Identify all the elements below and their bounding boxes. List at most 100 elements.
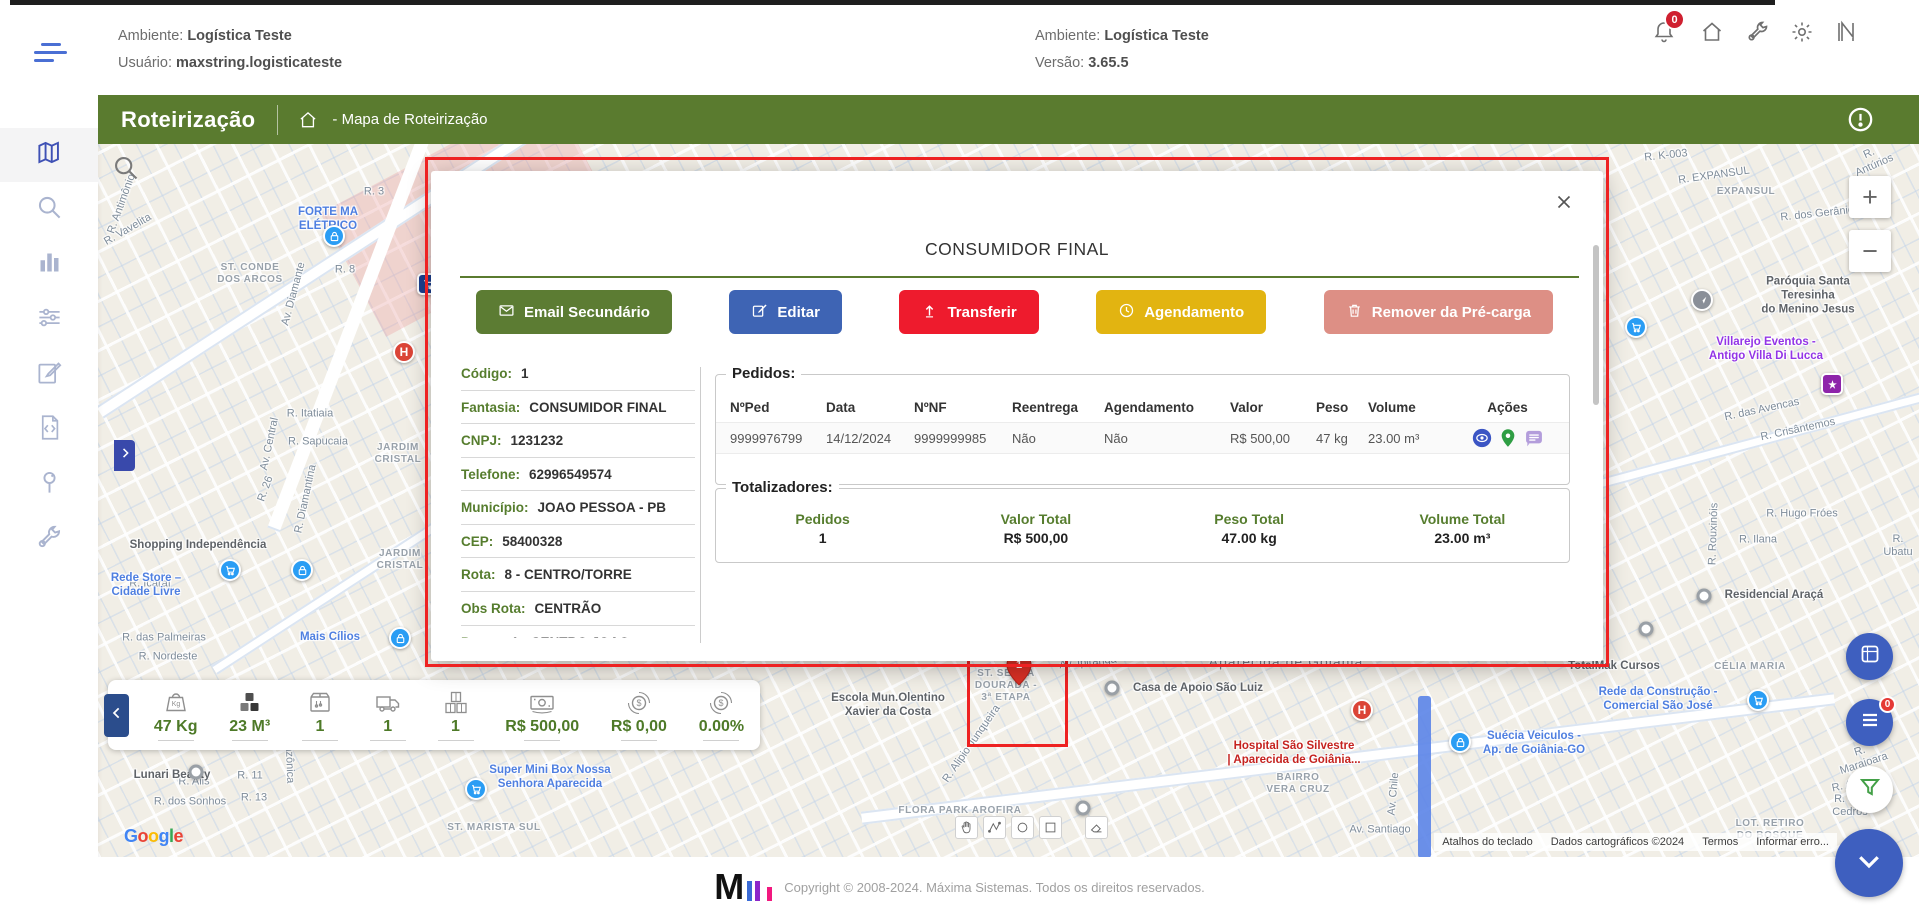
sidebar-item-search[interactable]	[0, 183, 98, 237]
expand-panel-chevron[interactable]	[114, 440, 135, 471]
svg-text:$: $	[636, 698, 641, 708]
map-marker-cart[interactable]	[1625, 316, 1647, 338]
breadcrumb[interactable]: - Mapa de Roteirização	[332, 111, 487, 128]
money-icon	[528, 689, 556, 717]
summary-value: 1	[451, 718, 460, 735]
map-label: Shopping Independência	[129, 539, 267, 552]
map-marker-cart[interactable]	[219, 559, 241, 581]
editar-button[interactable]: Editar	[729, 290, 842, 334]
pinpoint-icon	[36, 469, 63, 501]
detail-label: Município:	[461, 500, 529, 516]
order-note-icon[interactable]	[1524, 428, 1544, 448]
map-marker-dot[interactable]	[188, 764, 204, 780]
button-label: Remover da Pré-carga	[1371, 303, 1531, 321]
zoom-out-button[interactable]: −	[1849, 230, 1891, 272]
detail-row: CNPJ: 1231232	[461, 424, 695, 458]
detail-value: 1	[520, 366, 529, 381]
attribution-link[interactable]: Atalhos do teclado	[1442, 836, 1533, 848]
attribution-link[interactable]: Termos	[1702, 836, 1738, 848]
attribution-link[interactable]: Informar erro...	[1756, 836, 1829, 848]
column-header: Volume	[1368, 400, 1416, 415]
sidebar-item-pois[interactable]	[0, 458, 98, 512]
eraser-tool[interactable]	[1085, 816, 1108, 839]
total-label: Peso Total	[1214, 511, 1284, 527]
google-logo-letter: G	[124, 826, 138, 846]
menu-hamburger-icon[interactable]	[34, 43, 68, 65]
zoom-in-button[interactable]: +	[1849, 176, 1891, 218]
edit-icon	[36, 359, 63, 391]
legend-list-button[interactable]: 0	[1846, 696, 1896, 746]
sidebar-item-filters[interactable]	[0, 293, 98, 347]
load-summary-bar: Kg 47 Kg 23 M³ 1 1 1 R$ 500,00 $ R$ 0,00 $0.00%	[104, 680, 760, 750]
orders-legend: Pedidos:	[726, 365, 802, 382]
map-marker-cart[interactable]	[1747, 689, 1769, 711]
agendamento-button[interactable]: Agendamento	[1096, 290, 1267, 334]
circle-tool[interactable]	[1011, 816, 1034, 839]
map-label: Super Mini Box Nossa Senhora Aparecida	[489, 764, 611, 790]
map-icon	[36, 139, 63, 171]
map-label: Suécia Veiculos - Ap. de Goiânia-GO	[1482, 730, 1586, 756]
alert-exclamation-icon[interactable]	[1847, 106, 1874, 133]
column-header: Valor	[1230, 400, 1264, 415]
map-type-button[interactable]	[1846, 633, 1893, 680]
tools-wrench-icon[interactable]	[1746, 20, 1770, 44]
map-marker-lock[interactable]	[1449, 731, 1471, 753]
detail-row: CEP: 58400328	[461, 525, 695, 559]
sidebar-item-integration[interactable]	[0, 403, 98, 457]
sidebar-item-edit[interactable]	[0, 348, 98, 402]
transferir-button[interactable]: Transferir	[899, 290, 1039, 334]
map-label: R. 3	[363, 185, 385, 198]
summary-underline	[703, 740, 740, 741]
map-marker-hosp[interactable]: H	[1351, 699, 1373, 721]
sidebar-item-tools[interactable]	[0, 513, 98, 567]
rectangle-tool[interactable]	[1039, 816, 1062, 839]
locate-order-icon[interactable]	[1498, 428, 1518, 448]
map-marker-lock[interactable]	[291, 559, 313, 581]
order-cell: Não	[1012, 430, 1036, 446]
map-search-icon[interactable]	[112, 154, 140, 182]
map-label: R. das Avencas	[1723, 395, 1801, 424]
detail-row: Obs Rota: CENTRÃO	[461, 592, 695, 626]
summary-item: 23 M³	[229, 689, 270, 741]
map-marker-lock[interactable]	[323, 225, 345, 247]
pan-hand-tool[interactable]	[955, 816, 978, 839]
map-marker-lock[interactable]	[389, 627, 411, 649]
detail-value: 62996549574	[529, 466, 612, 482]
button-label: Editar	[777, 303, 820, 321]
map-marker-arrg[interactable]	[1691, 289, 1713, 311]
view-order-icon[interactable]	[1472, 428, 1492, 448]
map-label: Hospital São Silvestre | Aparecida de Go…	[1227, 740, 1361, 766]
polyline-tool[interactable]	[983, 816, 1006, 839]
email-secundario-button[interactable]: Email Secundário	[476, 290, 672, 334]
breadcrumb-home-icon[interactable]	[298, 110, 318, 130]
detail-label: Telefone:	[461, 466, 521, 482]
total-item: Valor Total R$ 500,00	[929, 511, 1142, 546]
home-icon[interactable]	[1700, 20, 1724, 44]
remover-precarga-button[interactable]: Remover da Pré-carga	[1323, 290, 1553, 334]
map-label: R. K-003	[1643, 147, 1689, 164]
column-header: Reentrega	[1012, 400, 1079, 415]
customer-details: Código: 1 Fantasia: CONSUMIDOR FINAL CNPJ: 12…	[461, 357, 695, 638]
map-marker-dot[interactable]	[1696, 588, 1712, 604]
filter-button[interactable]	[1846, 766, 1893, 813]
summary-value: 47 Kg	[153, 718, 198, 735]
map-marker-hosp[interactable]: H	[393, 341, 415, 363]
settings-gear-icon[interactable]	[1790, 20, 1814, 44]
close-icon[interactable]	[1553, 191, 1575, 213]
map-marker-dot[interactable]	[1638, 621, 1654, 637]
collapse-summary-chevron[interactable]	[104, 694, 129, 737]
google-logo-letter: e	[173, 826, 184, 846]
summary-value: 23 M³	[229, 718, 271, 735]
map-marker-dot[interactable]	[1104, 680, 1120, 696]
map-marker-purp[interactable]	[1821, 373, 1843, 395]
scroll-down-button[interactable]	[1835, 829, 1903, 897]
map-marker-cart[interactable]	[465, 778, 487, 800]
total-item: Peso Total 47.00 kg	[1143, 511, 1356, 546]
sidebar-item-reports[interactable]	[0, 238, 98, 292]
summary-item: 1	[369, 689, 406, 741]
logout-n-icon[interactable]	[1834, 20, 1858, 44]
map-label: ST. MARISTA SUL	[447, 822, 541, 833]
sidebar-item-map[interactable]	[0, 128, 98, 182]
map-marker-dot[interactable]	[1075, 800, 1091, 816]
modal-scrollbar[interactable]	[1593, 245, 1599, 405]
